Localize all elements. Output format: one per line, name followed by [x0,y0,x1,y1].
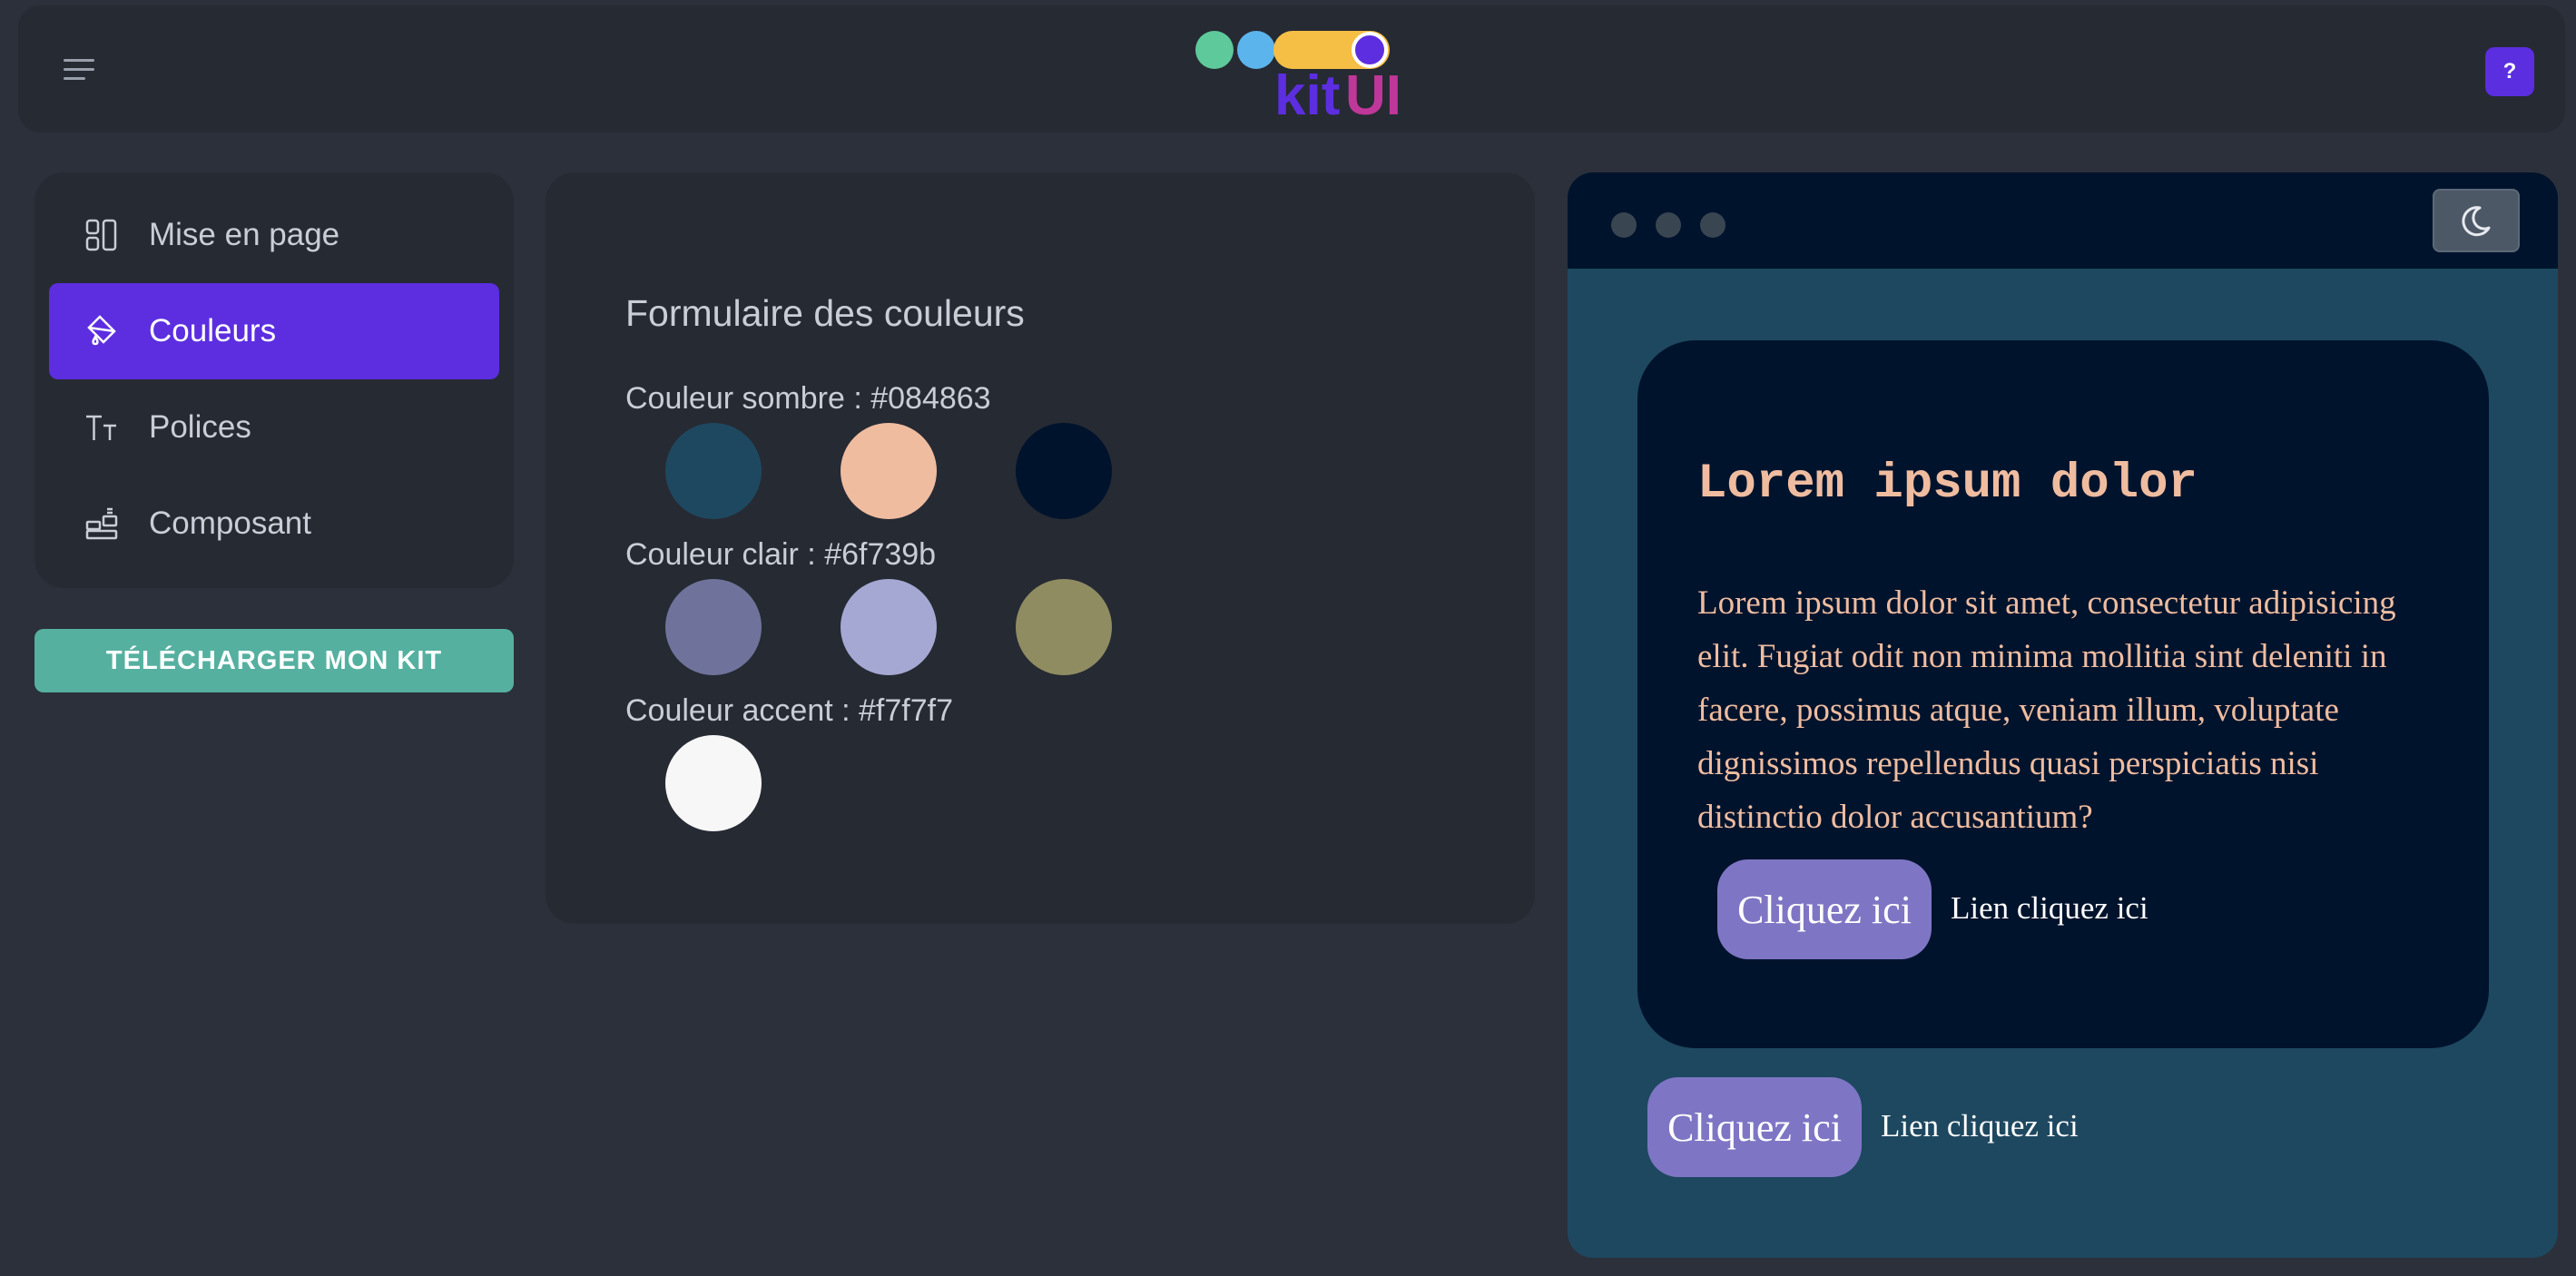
window-dot [1656,212,1681,238]
color-swatch[interactable] [1016,579,1112,675]
top-header: kit UI ? [18,5,2565,133]
text-size-icon [82,407,122,447]
sidebar-item-label: Couleurs [149,313,277,348]
sidebar-item-colors[interactable]: Couleurs [49,283,499,379]
help-button[interactable]: ? [2485,47,2534,96]
paint-bucket-icon [82,311,122,351]
color-swatch[interactable] [665,423,762,519]
window-dot [1700,212,1726,238]
layout-icon [82,215,122,255]
sidebar: Mise en page Couleurs Polices Composant [34,172,514,588]
preview-panel: Lorem ipsum dolor Lorem ipsum dolor sit … [1568,172,2558,1258]
color-swatch[interactable] [665,735,762,831]
moon-icon [2462,206,2491,237]
dark-color-label: Couleur sombre : #084863 [625,381,991,416]
card-link[interactable]: Lien cliquez ici [1951,890,2148,927]
svg-text:UI: UI [1345,64,1401,123]
colors-form-panel: Formulaire des couleurs Couleur sombre :… [546,172,1535,924]
hamburger-menu-icon[interactable] [64,51,100,87]
components-icon [82,504,122,544]
svg-text:kit: kit [1274,64,1340,123]
panel-title: Formulaire des couleurs [625,292,1025,334]
color-swatch[interactable] [841,423,937,519]
kitui-logo: kit UI [1195,25,1421,127]
card-title: Lorem ipsum dolor [1697,456,2197,512]
card-text: Lorem ipsum dolor sit amet, consectetur … [1697,584,2396,836]
sidebar-item-label: Polices [149,409,251,445]
color-swatch[interactable] [841,579,937,675]
sidebar-item-components[interactable]: Composant [49,476,499,572]
sidebar-item-label: Composant [149,505,311,541]
outer-cta-button[interactable]: Cliquez ici [1647,1077,1862,1177]
accent-color-label: Couleur accent : #f7f7f7 [625,693,954,728]
outer-link[interactable]: Lien cliquez ici [1881,1108,2079,1144]
preview-card: Lorem ipsum dolor Lorem ipsum dolor sit … [1637,340,2489,1048]
color-swatch[interactable] [1016,423,1112,519]
sidebar-item-label: Mise en page [149,217,340,252]
light-color-label: Couleur clair : #6f739b [625,537,937,572]
sidebar-item-layout[interactable]: Mise en page [49,187,499,283]
preview-window-bar [1568,172,2558,269]
color-swatch[interactable] [665,579,762,675]
window-dot [1611,212,1637,238]
theme-toggle-button[interactable] [2433,189,2520,252]
sidebar-item-fonts[interactable]: Polices [49,379,499,476]
download-kit-button[interactable]: TÉLÉCHARGER MON KIT [34,629,514,692]
card-cta-button[interactable]: Cliquez ici [1717,859,1932,959]
